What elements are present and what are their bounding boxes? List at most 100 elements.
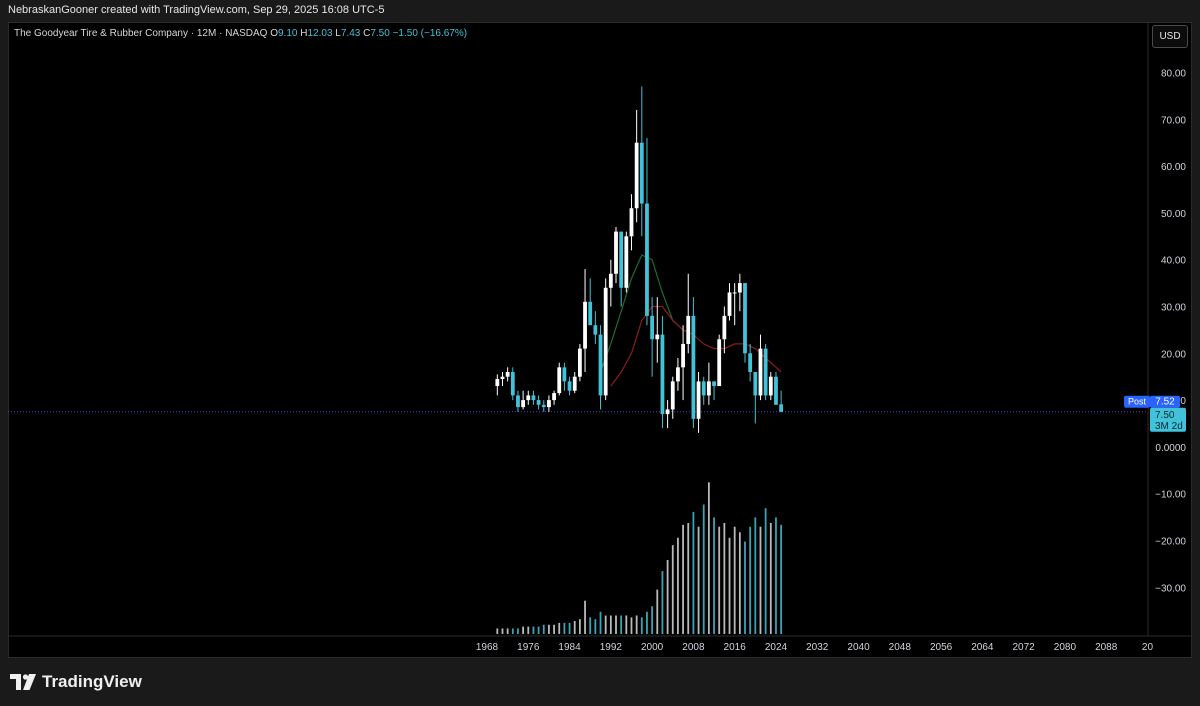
candle-body <box>593 325 598 335</box>
volume-bar <box>589 617 592 634</box>
volume-bar <box>548 624 550 634</box>
volume-bar <box>522 626 525 634</box>
volume-bar <box>501 628 504 634</box>
candle-body <box>701 381 706 396</box>
bar-countdown: 3M 2d <box>1155 421 1183 432</box>
x-tick-label: 2056 <box>930 642 953 653</box>
y-tick-label: 20.00 <box>1161 349 1186 360</box>
x-tick-label: 2000 <box>641 642 664 653</box>
volume-bar <box>527 626 530 634</box>
x-tick-label: 2048 <box>889 642 912 653</box>
candle-body <box>516 395 520 408</box>
last-price-value: 7.50 <box>1155 410 1175 421</box>
candle-body <box>588 301 593 326</box>
x-tick-label: 1976 <box>517 642 540 653</box>
candle-body <box>598 334 603 396</box>
price-chart[interactable]: 80.0070.0060.0050.0040.0030.0020.0010.00… <box>0 0 1200 706</box>
volume-bar <box>697 526 700 634</box>
volume-bar <box>702 504 705 634</box>
candle-body <box>547 400 551 408</box>
volume-bar <box>542 624 545 634</box>
candle-body <box>541 404 546 408</box>
candle-body <box>681 343 685 368</box>
volume-bar <box>594 619 597 634</box>
volume-bar <box>568 622 571 634</box>
candle-body <box>779 404 784 412</box>
volume-bar <box>578 619 581 634</box>
x-tick-label: 2024 <box>765 642 788 653</box>
volume-bar <box>769 523 772 634</box>
candle-body <box>670 381 675 410</box>
y-tick-label: 0.0000 <box>1155 443 1186 454</box>
volume-bar <box>780 524 783 634</box>
volume-bar <box>764 508 767 634</box>
candle-body <box>774 376 778 405</box>
y-tick-label: −20.00 <box>1155 537 1186 548</box>
tradingview-wordmark: TradingView <box>42 672 142 691</box>
candle-body <box>696 381 701 419</box>
candle-body <box>634 142 639 209</box>
x-tick-label: 1984 <box>558 642 581 653</box>
x-tick-label: 2088 <box>1095 642 1118 653</box>
candle-body <box>603 287 608 396</box>
y-tick-label: 40.00 <box>1161 256 1186 267</box>
volume-bar <box>630 617 633 634</box>
candle-body <box>706 381 711 396</box>
candle-body <box>521 400 526 408</box>
candle-body <box>722 315 727 340</box>
candle-body <box>737 283 742 293</box>
candle-body <box>619 231 624 288</box>
volume-bar <box>754 517 757 634</box>
volume-bar <box>656 589 659 634</box>
candle-body <box>536 400 541 405</box>
candle-body <box>717 339 722 387</box>
candle-body <box>748 353 753 373</box>
volume-bar <box>749 526 752 634</box>
y-tick-label: −10.00 <box>1155 490 1186 501</box>
volume-bar <box>661 571 664 634</box>
x-tick-label: 1992 <box>600 642 623 653</box>
y-tick-label: 50.00 <box>1161 209 1186 220</box>
candle-body <box>639 142 644 204</box>
volume-bar <box>537 626 540 634</box>
y-tick-label: 60.00 <box>1161 162 1186 173</box>
candle-body <box>552 393 556 401</box>
volume-bar <box>733 526 736 634</box>
x-tick-label: 2008 <box>682 642 705 653</box>
tradingview-logo[interactable]: TradingView <box>10 672 142 692</box>
volume-bar <box>738 532 741 634</box>
x-tick-label: 2032 <box>806 642 829 653</box>
candle-body <box>495 379 500 387</box>
candle-body <box>691 315 696 419</box>
candle-body <box>732 292 737 294</box>
candle-body <box>505 372 510 377</box>
candle-body <box>510 372 515 396</box>
post-price-value: 7.52 <box>1155 397 1175 408</box>
volume-bar <box>496 628 499 634</box>
volume-bar <box>671 545 674 634</box>
volume-bar <box>620 615 623 634</box>
volume-bar <box>573 621 576 634</box>
candle-body <box>629 208 634 237</box>
volume-bar <box>666 560 669 634</box>
y-tick-label: 80.00 <box>1161 69 1186 80</box>
candle-body <box>753 372 758 396</box>
volume-bar <box>640 617 643 634</box>
candle-body <box>758 348 763 396</box>
candle-body <box>768 376 773 396</box>
volume-bar <box>718 526 721 634</box>
footer-bar <box>0 658 1200 706</box>
volume-bar <box>646 611 648 634</box>
x-tick-label: 2072 <box>1013 642 1036 653</box>
volume-bar <box>517 628 519 634</box>
candle-body <box>727 292 732 316</box>
candle-body <box>686 315 691 344</box>
volume-bar <box>584 600 586 634</box>
x-tick-label: 20 <box>1142 642 1154 653</box>
volume-bar <box>713 517 715 634</box>
candle-body <box>572 376 577 391</box>
x-tick-label: 1968 <box>476 642 499 653</box>
volume-bar <box>759 526 762 634</box>
candle-body <box>763 348 768 396</box>
candle-body <box>562 367 567 382</box>
